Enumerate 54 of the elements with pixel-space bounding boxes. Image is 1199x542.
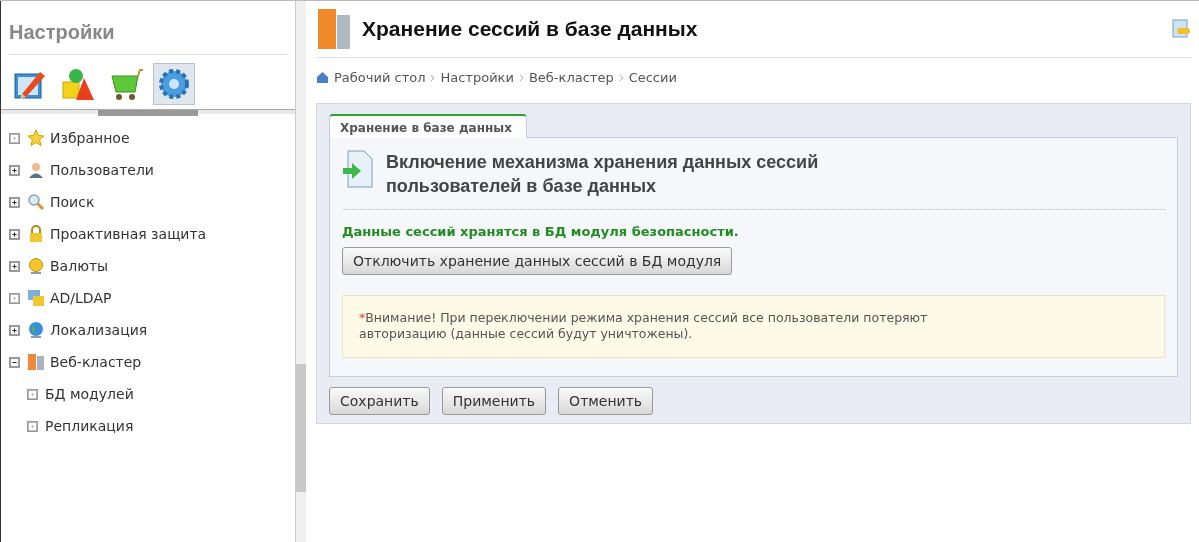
cart-icon <box>108 66 144 102</box>
chevron-icon <box>618 73 624 82</box>
tree-item[interactable]: Веб-кластер <box>50 354 142 370</box>
expand-icon[interactable] <box>9 260 20 272</box>
breadcrumb-link[interactable]: Веб-кластер <box>528 70 614 85</box>
shapes-icon <box>60 66 96 102</box>
coin-icon <box>27 257 45 275</box>
page-title: Хранение сессий в базе данных <box>362 17 699 41</box>
form-button[interactable]: Применить <box>441 387 547 416</box>
collapse-handle[interactable] <box>98 110 198 116</box>
toolbar-button[interactable] <box>153 63 195 105</box>
chevron-icon <box>518 73 524 82</box>
user-icon <box>27 161 45 179</box>
expand-icon[interactable] <box>9 164 20 176</box>
breadcrumb-link[interactable]: Сессии <box>628 70 677 85</box>
leaf-icon <box>9 132 20 144</box>
expand-icon[interactable] <box>9 228 20 240</box>
tree-item[interactable]: Проактивная защита <box>50 226 207 242</box>
tree-item[interactable]: Пользователи <box>50 162 154 178</box>
document-arrow-icon <box>342 150 374 188</box>
tab[interactable]: Хранение в базе данных <box>329 114 527 138</box>
lock-icon <box>27 225 45 243</box>
windows-icon <box>27 289 45 307</box>
breadcrumb-link[interactable]: Рабочий стол <box>334 70 426 85</box>
sidebar-title: Настройки <box>9 20 116 45</box>
tree-item[interactable]: Валюты <box>50 258 109 274</box>
chevron-icon <box>430 73 436 82</box>
globe-icon <box>27 321 45 339</box>
tree-item[interactable]: Поиск <box>50 194 95 210</box>
star-icon <box>27 129 45 147</box>
search-icon <box>27 193 45 211</box>
leaf-icon <box>9 292 20 304</box>
form-button[interactable]: Сохранить <box>329 387 430 416</box>
tree-item[interactable]: Репликация <box>45 418 134 434</box>
section-title: Включение механизма хранения данных сессий пользователей в базе данных <box>386 151 820 199</box>
expand-icon[interactable] <box>9 324 20 336</box>
tree-item[interactable]: Избранное <box>50 130 130 146</box>
leaf-icon <box>27 420 38 432</box>
tree-item[interactable]: Локализация <box>50 322 148 338</box>
home-icon[interactable] <box>316 71 329 84</box>
status-message: Данные сессий хранятся в БД модуля безопасности. <box>342 222 740 241</box>
warning-text: *Внимание! При переключении режима хранения сессий все пользователи потеряют авторизацию (данные сессий будут уничтожены). <box>359 309 929 344</box>
leaf-icon <box>27 388 38 400</box>
breadcrumb-link[interactable]: Настройки <box>440 70 514 85</box>
disable-storage-button[interactable]: Отключить хранение данных сессий в БД модуля <box>342 246 733 275</box>
tree-item[interactable]: БД модулей <box>45 386 134 402</box>
form-button[interactable]: Отменить <box>558 387 654 416</box>
gear-icon <box>156 66 192 102</box>
expand-icon[interactable] <box>9 196 20 208</box>
scrollbar-thumb[interactable] <box>296 364 306 492</box>
server-icon <box>316 7 352 51</box>
tree-item[interactable]: AD/LDAP <box>50 290 112 306</box>
server-icon <box>27 353 45 371</box>
collapse-icon[interactable] <box>9 356 20 368</box>
